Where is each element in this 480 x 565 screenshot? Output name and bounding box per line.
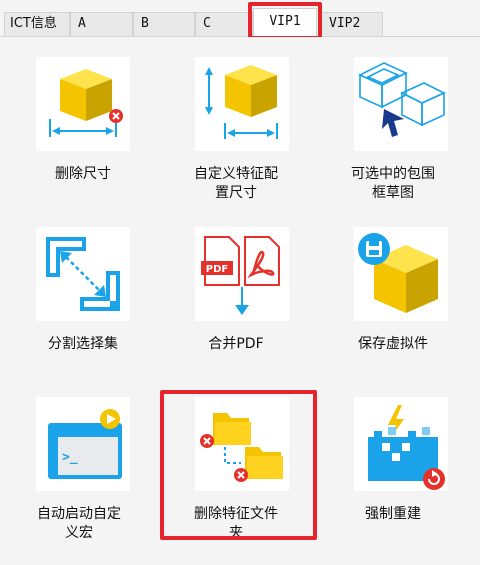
split-selection-icon: [36, 227, 130, 321]
save-virtual-part-icon: [354, 227, 448, 321]
highlight-box-vip1: [248, 2, 322, 40]
tool-label: 自定义特征配 置尺寸: [194, 166, 278, 201]
tool-label: 保存虚拟件: [358, 336, 428, 352]
tab-b[interactable]: B: [133, 12, 195, 36]
tool-merge-pdf[interactable]: PDF 合并PDF: [157, 207, 307, 357]
merge-pdf-icon: PDF: [195, 227, 289, 321]
tool-label: 分割选择集: [48, 336, 118, 352]
svg-text:PDF: PDF: [206, 264, 228, 275]
tool-label: 删除尺寸: [55, 166, 111, 182]
tool-label: 合并PDF: [208, 336, 264, 352]
cube-dimension-delete-icon: [36, 57, 130, 151]
tab-ict-info[interactable]: ICT信息: [4, 12, 70, 36]
force-rebuild-icon: [354, 397, 448, 491]
cube-dimension-config-icon: [195, 57, 289, 151]
tab-a[interactable]: A: [70, 12, 133, 36]
tab-c[interactable]: C: [195, 12, 253, 36]
svg-text:>_: >_: [62, 450, 78, 465]
tool-selectable-bounding-box-sketch[interactable]: 可选中的包围 框草图: [318, 37, 468, 201]
auto-start-macro-icon: >_: [36, 397, 130, 491]
tool-force-rebuild[interactable]: 强制重建: [318, 377, 468, 527]
highlight-box-delete-feature-folder: [160, 390, 317, 540]
bounding-box-sketch-icon: [354, 57, 448, 151]
tool-save-virtual-part[interactable]: 保存虚拟件: [318, 207, 468, 357]
tool-label: 可选中的包围 框草图: [351, 166, 435, 201]
tool-delete-dimension[interactable]: 删除尺寸: [0, 37, 150, 187]
tab-bar: ICT信息 A B C VIP1 VIP2: [0, 0, 480, 40]
tool-custom-feature-config-dimension[interactable]: 自定义特征配 置尺寸: [157, 37, 307, 201]
tool-split-selection-set[interactable]: 分割选择集: [0, 207, 150, 357]
tool-auto-start-custom-macro[interactable]: >_ 自动启动自定 义宏: [0, 377, 150, 541]
tool-label: 强制重建: [365, 506, 421, 522]
tab-vip2[interactable]: VIP2: [321, 12, 383, 36]
tool-label: 自动启动自定 义宏: [37, 506, 121, 541]
